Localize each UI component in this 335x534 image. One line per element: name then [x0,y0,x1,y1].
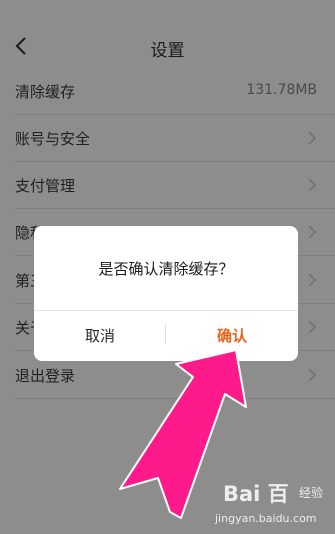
watermark-url: jingyan.baidu.com [215,512,317,525]
watermark-brand: 经验 [299,486,324,500]
annotation-arrow-icon [119,349,247,519]
baidu-jingyan-watermark: Bai 百 经验 jingyan.baidu.com [215,476,330,532]
watermark-logo: Bai 百 [223,482,289,506]
